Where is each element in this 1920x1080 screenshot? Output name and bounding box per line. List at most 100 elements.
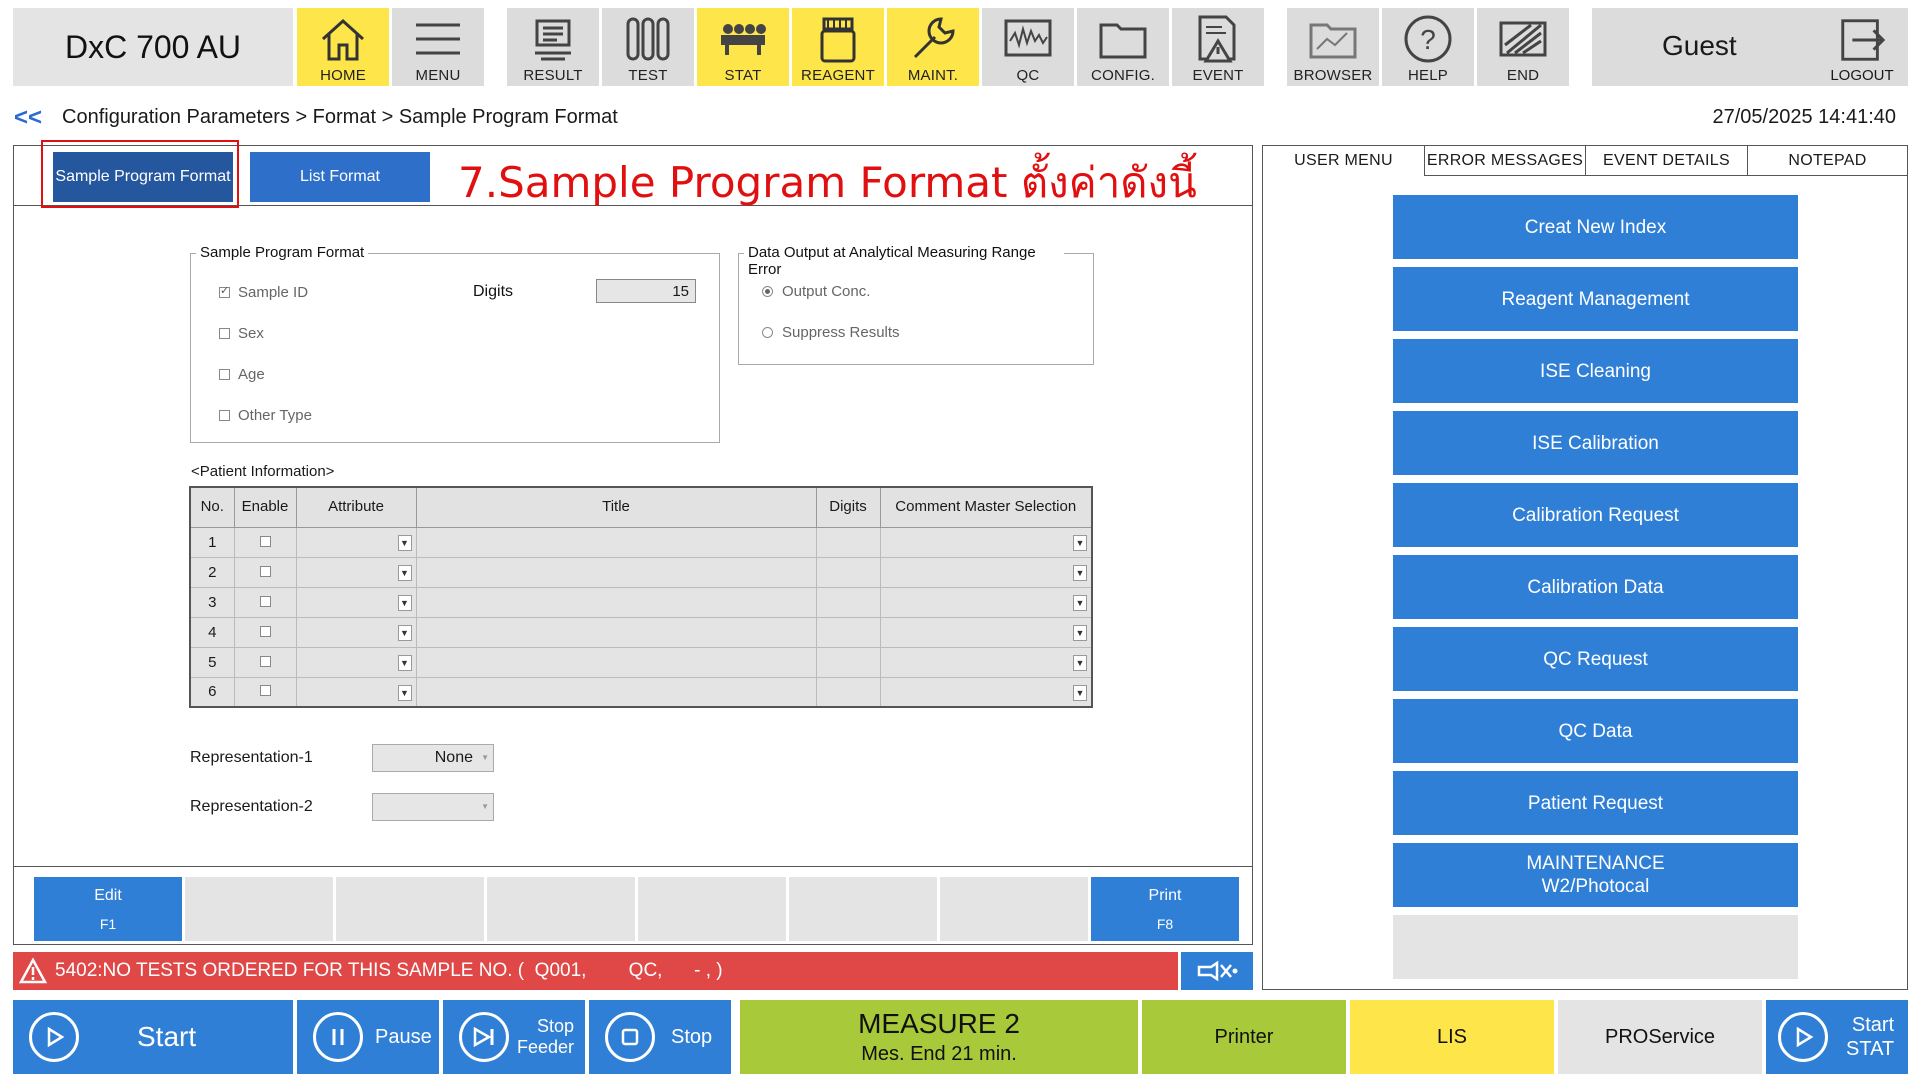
- title-cell[interactable]: [415, 586, 817, 618]
- digits-cell[interactable]: [815, 586, 881, 618]
- fkey-f5-button[interactable]: [638, 877, 786, 941]
- enable-checkbox[interactable]: [233, 586, 297, 618]
- end-button[interactable]: END: [1477, 8, 1569, 86]
- ise-calibration-button[interactable]: ISE Calibration: [1393, 411, 1798, 475]
- title-cell[interactable]: [415, 646, 817, 678]
- logout-button[interactable]: LOGOUT: [1816, 8, 1908, 86]
- test-button[interactable]: TEST: [602, 8, 694, 86]
- comment-master-select[interactable]: ▼: [879, 646, 1093, 678]
- enable-checkbox[interactable]: [233, 616, 297, 648]
- output-conc-radio[interactable]: Output Conc.: [762, 283, 870, 300]
- lis-status[interactable]: LIS: [1350, 1000, 1554, 1074]
- representation-2-select[interactable]: ▼: [372, 793, 494, 821]
- result-button[interactable]: RESULT: [507, 8, 599, 86]
- stop-button[interactable]: Stop: [589, 1000, 731, 1074]
- browser-button[interactable]: BROWSER: [1287, 8, 1379, 86]
- checkbox-icon: [259, 625, 271, 637]
- stat-button[interactable]: STAT: [697, 8, 789, 86]
- tab-notepad[interactable]: NOTEPAD: [1747, 146, 1907, 176]
- right-panel: USER MENU ERROR MESSAGES EVENT DETAILS N…: [1262, 145, 1908, 990]
- back-link[interactable]: <<: [14, 104, 42, 132]
- ise-cleaning-button[interactable]: ISE Cleaning: [1393, 339, 1798, 403]
- title-cell[interactable]: [415, 616, 817, 648]
- attribute-select[interactable]: ▼: [295, 646, 417, 678]
- event-button[interactable]: EVENT: [1172, 8, 1264, 86]
- fkey-f7-button[interactable]: [940, 877, 1088, 941]
- maintenance-w2-photocal-button[interactable]: MAINTENANCE W2/Photocal: [1393, 843, 1798, 907]
- fkey-f6-button[interactable]: [789, 877, 937, 941]
- help-icon: ?: [1404, 15, 1452, 63]
- alarm-bar[interactable]: 5402:NO TESTS ORDERED FOR THIS SAMPLE NO…: [13, 952, 1178, 990]
- age-checkbox[interactable]: Age: [219, 366, 265, 383]
- attribute-select[interactable]: ▼: [295, 556, 417, 588]
- comment-master-select[interactable]: ▼: [879, 586, 1093, 618]
- digits-cell[interactable]: [815, 526, 881, 558]
- title-cell[interactable]: [415, 556, 817, 588]
- enable-checkbox[interactable]: [233, 676, 297, 708]
- browser-folder-icon: [1309, 23, 1357, 59]
- header-comment-master: Comment Master Selection: [879, 486, 1093, 528]
- patient-request-button[interactable]: Patient Request: [1393, 771, 1798, 835]
- buzzer-stop-button[interactable]: [1181, 952, 1253, 990]
- comment-master-select[interactable]: ▼: [879, 526, 1093, 558]
- attribute-select[interactable]: ▼: [295, 586, 417, 618]
- title-cell[interactable]: [415, 526, 817, 558]
- qc-button[interactable]: QC: [982, 8, 1074, 86]
- digits-cell[interactable]: [815, 646, 881, 678]
- stop-feeder-label: Stop Feeder: [517, 1016, 574, 1058]
- tab-user-menu[interactable]: USER MENU: [1263, 146, 1424, 176]
- maint-button[interactable]: MAINT.: [887, 8, 979, 86]
- edit-f1-button[interactable]: Edit F1: [34, 877, 182, 941]
- digits-cell[interactable]: [815, 676, 881, 708]
- digits-field[interactable]: 15: [596, 279, 696, 303]
- calibration-data-button[interactable]: Calibration Data: [1393, 555, 1798, 619]
- pause-button[interactable]: Pause: [297, 1000, 439, 1074]
- other-type-checkbox[interactable]: Other Type: [219, 407, 312, 424]
- config-button[interactable]: CONFIG.: [1077, 8, 1169, 86]
- chevron-down-icon: ▼: [1073, 654, 1087, 671]
- row-number: 3: [189, 586, 235, 618]
- stop-feeder-button[interactable]: Stop Feeder: [443, 1000, 585, 1074]
- qc-request-button[interactable]: QC Request: [1393, 627, 1798, 691]
- comment-master-select[interactable]: ▼: [879, 676, 1093, 708]
- tab-error-messages[interactable]: ERROR MESSAGES: [1424, 146, 1585, 176]
- checkbox-checked-icon: [219, 284, 230, 298]
- sex-checkbox[interactable]: Sex: [219, 325, 264, 342]
- create-new-index-button[interactable]: Creat New Index: [1393, 195, 1798, 259]
- home-button[interactable]: HOME: [297, 8, 389, 86]
- tab-event-details[interactable]: EVENT DETAILS: [1585, 146, 1747, 176]
- proservice-status[interactable]: PROService: [1558, 1000, 1762, 1074]
- attribute-select[interactable]: ▼: [295, 616, 417, 648]
- suppress-results-radio[interactable]: Suppress Results: [762, 324, 900, 341]
- fkey-f3-button[interactable]: [336, 877, 484, 941]
- empty-menu-button[interactable]: [1393, 915, 1798, 979]
- enable-checkbox[interactable]: [233, 526, 297, 558]
- enable-checkbox[interactable]: [233, 556, 297, 588]
- start-stat-button[interactable]: Start STAT: [1766, 1000, 1908, 1074]
- sample-id-checkbox[interactable]: Sample ID: [219, 284, 308, 301]
- print-f8-button[interactable]: Print F8: [1091, 877, 1239, 941]
- attribute-select[interactable]: ▼: [295, 526, 417, 558]
- comment-master-select[interactable]: ▼: [879, 556, 1093, 588]
- help-button[interactable]: ? HELP: [1382, 8, 1474, 86]
- attribute-select[interactable]: ▼: [295, 676, 417, 708]
- enable-checkbox[interactable]: [233, 646, 297, 678]
- calibration-request-button[interactable]: Calibration Request: [1393, 483, 1798, 547]
- title-cell[interactable]: [415, 676, 817, 708]
- representation-1-select[interactable]: None ▼: [372, 744, 494, 772]
- fkey-f4-button[interactable]: [487, 877, 635, 941]
- reagent-management-button[interactable]: Reagent Management: [1393, 267, 1798, 331]
- fkey-f2-button[interactable]: [185, 877, 333, 941]
- comment-master-select[interactable]: ▼: [879, 616, 1093, 648]
- stop-feeder-line1: Stop: [537, 1016, 575, 1036]
- measure-status[interactable]: MEASURE 2 Mes. End 21 min.: [740, 1000, 1138, 1074]
- digits-cell[interactable]: [815, 616, 881, 648]
- menu-button[interactable]: MENU: [392, 8, 484, 86]
- tab-sample-program-format[interactable]: Sample Program Format: [53, 152, 233, 202]
- reagent-button[interactable]: REAGENT: [792, 8, 884, 86]
- start-button[interactable]: Start: [13, 1000, 293, 1074]
- digits-cell[interactable]: [815, 556, 881, 588]
- qc-data-button[interactable]: QC Data: [1393, 699, 1798, 763]
- printer-status[interactable]: Printer: [1142, 1000, 1346, 1074]
- tab-list-format[interactable]: List Format: [250, 152, 430, 202]
